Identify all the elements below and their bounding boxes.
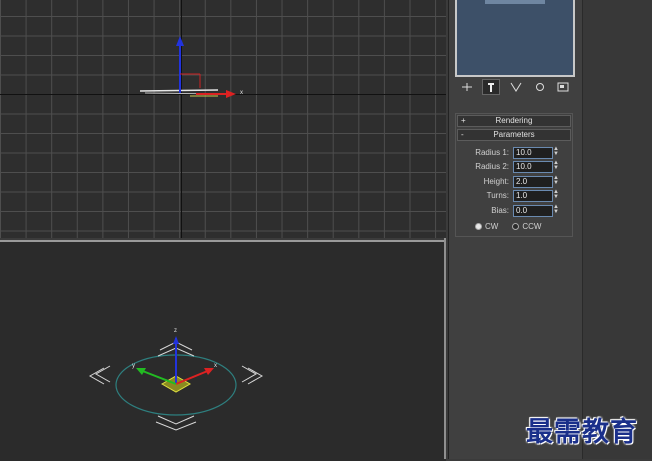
- top-x-axis-label: x: [240, 90, 243, 96]
- param-radius2: Radius 2: 10.0 ▲ ▼: [457, 160, 569, 173]
- height-input[interactable]: 2.0: [513, 176, 553, 188]
- perspective-viewport[interactable]: x y z: [0, 240, 446, 461]
- ccw-radio[interactable]: CCW: [512, 221, 541, 231]
- spinner-icon[interactable]: ▲ ▼: [553, 160, 559, 172]
- rendering-rollout-sign: +: [461, 116, 466, 125]
- bias-input[interactable]: 0.0: [513, 205, 553, 217]
- watermark: 最需教育: [526, 417, 638, 448]
- persp-y-label: y: [132, 363, 135, 369]
- param-label: Height:: [483, 177, 509, 186]
- param-radius1: Radius 1: 10.0 ▲ ▼: [457, 146, 569, 159]
- param-label: Radius 2:: [475, 162, 509, 171]
- viewport-divider: [444, 238, 446, 459]
- top-gizmo[interactable]: x: [0, 0, 446, 238]
- param-label: Radius 1:: [475, 148, 509, 157]
- radio-dot-icon: [512, 222, 520, 230]
- hierarchy-icon[interactable]: [508, 80, 524, 94]
- param-bias: Bias: 0.0 ▲ ▼: [457, 204, 569, 217]
- spinner-icon[interactable]: ▲ ▼: [553, 204, 559, 216]
- parameters-rollout[interactable]: - Parameters: [457, 129, 571, 141]
- param-label: Turns:: [486, 191, 509, 200]
- param-label: Bias:: [491, 206, 509, 215]
- persp-x-label: x: [214, 363, 217, 369]
- parameters-rollout-sign: -: [461, 130, 464, 139]
- command-panel-tabs: [455, 79, 575, 95]
- cw-label: CW: [485, 221, 499, 231]
- spinner-icon[interactable]: ▲ ▼: [553, 189, 559, 201]
- persp-z-label: z: [174, 328, 177, 334]
- radius1-input[interactable]: 10.0: [513, 147, 553, 159]
- top-viewport[interactable]: x: [0, 0, 446, 238]
- side-panel-strip: [582, 0, 652, 459]
- color-preview-swatch[interactable]: [455, 0, 575, 77]
- cw-radio[interactable]: CW: [475, 221, 498, 231]
- command-panel: + Rendering - Parameters Radius 1: 10.0 …: [448, 0, 583, 459]
- rendering-rollout[interactable]: + Rendering: [457, 115, 571, 127]
- param-turns: Turns: 1.0 ▲ ▼: [457, 189, 569, 202]
- direction-radio-group: CW CCW: [475, 221, 565, 231]
- rendering-rollout-title: Rendering: [495, 116, 533, 125]
- motion-icon[interactable]: [532, 80, 548, 94]
- turns-input[interactable]: 1.0: [513, 190, 553, 202]
- parameters-rollout-title: Parameters: [493, 130, 535, 139]
- create-icon[interactable]: [459, 80, 475, 94]
- spinner-icon[interactable]: ▲ ▼: [553, 175, 559, 187]
- perspective-gizmo[interactable]: x y z: [0, 242, 446, 461]
- radius2-input[interactable]: 10.0: [513, 161, 553, 173]
- radio-dot-icon: [475, 222, 482, 230]
- ccw-label: CCW: [522, 221, 542, 231]
- modify-icon[interactable]: [482, 79, 501, 95]
- param-height: Height: 2.0 ▲ ▼: [457, 175, 569, 188]
- preview-highlight: [485, 0, 545, 4]
- display-icon[interactable]: [555, 80, 571, 94]
- spinner-icon[interactable]: ▲ ▼: [553, 146, 559, 158]
